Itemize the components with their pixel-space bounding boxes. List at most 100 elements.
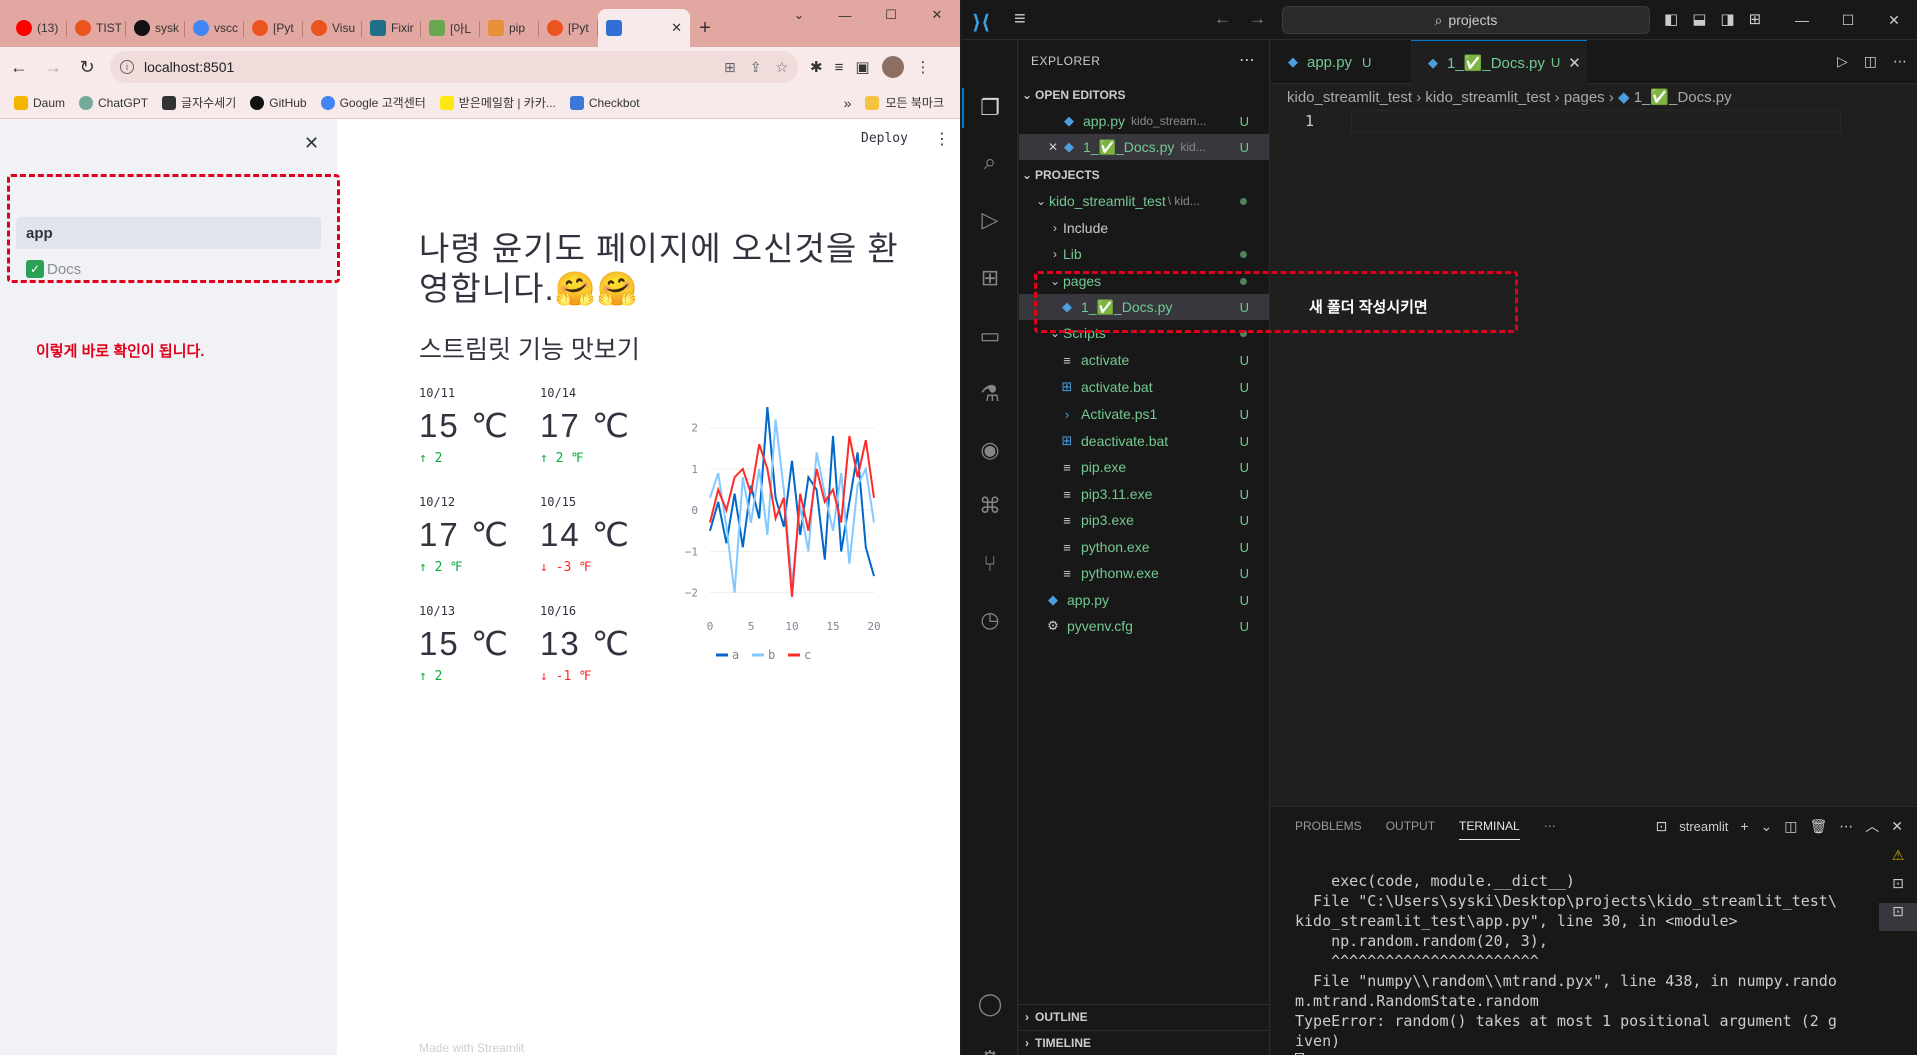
tab-terminal[interactable]: TERMINAL <box>1459 819 1520 840</box>
deploy-button[interactable]: Deploy <box>861 131 908 146</box>
breadcrumb-item[interactable]: kido_streamlit_test <box>1287 89 1412 106</box>
command-center-search[interactable]: ⌕ projects <box>1282 6 1650 34</box>
all-bookmarks-folder[interactable]: 모든 북마크 <box>865 94 944 111</box>
file-pip3-exe[interactable]: ≡ pip3.exe U <box>1019 507 1269 533</box>
github-icon[interactable]: ◉ <box>974 434 1006 466</box>
translate-icon[interactable]: ⊞ <box>724 59 736 76</box>
reading-list-icon[interactable]: ≡ <box>835 59 844 76</box>
share-icon[interactable]: ⇪ <box>750 59 762 76</box>
browser-tab[interactable]: sysk <box>126 9 185 47</box>
breadcrumb-item[interactable]: 1_✅_Docs.py <box>1634 89 1732 106</box>
tab-output[interactable]: OUTPUT <box>1386 819 1435 840</box>
tab-docs-py[interactable]: ◆ 1_✅_Docs.py U ✕ <box>1411 40 1587 84</box>
close-icon[interactable]: ✕ <box>1045 140 1061 154</box>
chevron-down-icon[interactable]: ⌄ <box>1761 818 1773 835</box>
terminal-output[interactable]: exec(code, module.__dict__) File "C:\Use… <box>1295 851 1855 1055</box>
browser-tab[interactable]: [Pyt <box>244 9 303 47</box>
bookmark-github[interactable]: GitHub <box>250 95 307 110</box>
file-app-py[interactable]: ◆ app.py U <box>1019 587 1269 613</box>
accounts-icon[interactable]: ◯ <box>974 988 1006 1020</box>
python-icon[interactable]: ⌘ <box>974 490 1006 522</box>
browser-tab[interactable]: pip <box>480 9 539 47</box>
breadcrumb-item[interactable]: kido_streamlit_test <box>1425 89 1550 106</box>
menu-icon[interactable]: ⋮ <box>916 58 931 76</box>
testing-icon[interactable]: ⚗ <box>974 378 1006 410</box>
browser-tab[interactable]: Visu <box>303 9 362 47</box>
folder-include[interactable]: › Include <box>1019 215 1269 241</box>
outline-section[interactable]: › OUTLINE <box>1019 1004 1270 1029</box>
toggle-panel-icon[interactable]: ⬓ <box>1692 10 1706 28</box>
bookmark-daum[interactable]: Daum <box>14 95 65 110</box>
file-activate-ps1[interactable]: › Activate.ps1 U <box>1019 401 1269 427</box>
address-bar[interactable]: i localhost:8501 ⊞ ⇪ ☆ <box>110 51 798 83</box>
main-menu-icon[interactable]: ⋮ <box>934 129 950 149</box>
browser-tab[interactable]: [아L <box>421 9 480 47</box>
warning-icon[interactable]: ⚠ <box>1879 847 1917 875</box>
browser-tab[interactable]: (13) <box>8 9 67 47</box>
explorer-icon[interactable]: ❐ <box>974 92 1006 124</box>
info-icon[interactable]: i <box>120 60 134 74</box>
toggle-secondary-sidebar-icon[interactable]: ◨ <box>1720 10 1734 28</box>
file-python-exe[interactable]: ≡ python.exe U <box>1019 534 1269 560</box>
maximize-icon[interactable]: ☐ <box>1825 0 1871 40</box>
bookmark-google-support[interactable]: Google 고객센터 <box>320 94 426 111</box>
file-deactivate-bat[interactable]: ⊞ deactivate.bat U <box>1019 428 1269 454</box>
customize-layout-icon[interactable]: ⊞ <box>1749 10 1762 28</box>
extensions-icon[interactable]: ⊞ <box>974 262 1006 294</box>
forward-icon[interactable]: → <box>1249 9 1266 29</box>
folder-root[interactable]: ⌄ kido_streamlit_test \ kid... <box>1019 188 1269 214</box>
browser-tab[interactable]: TIST <box>67 9 126 47</box>
search-icon[interactable]: ⌕ <box>974 146 1006 178</box>
bookmark-chatgpt[interactable]: ChatGPT <box>79 95 148 110</box>
close-icon[interactable]: ✕ <box>1871 0 1917 40</box>
bookmark-counter[interactable]: 글자수세기 <box>162 94 236 111</box>
browser-tab-active[interactable]: ✕ <box>598 9 690 47</box>
open-editor-item[interactable]: ✕ ◆ 1_✅_Docs.py kid... U <box>1019 134 1269 160</box>
bookmark-checkbot[interactable]: Checkbot <box>569 95 640 110</box>
file-pip311-exe[interactable]: ≡ pip3.11.exe U <box>1019 481 1269 507</box>
more-actions-icon[interactable]: ⋯ <box>1544 819 1556 840</box>
file-pip-exe[interactable]: ≡ pip.exe U <box>1019 454 1269 480</box>
reload-icon[interactable]: ↻ <box>72 52 102 82</box>
maximize-icon[interactable]: ☐ <box>868 0 914 30</box>
split-editor-icon[interactable]: ◫ <box>1864 53 1877 70</box>
timeline-section[interactable]: › TIMELINE <box>1019 1030 1270 1055</box>
back-icon[interactable]: ← <box>4 52 34 82</box>
maximize-panel-icon[interactable]: ︿ <box>1865 816 1879 836</box>
open-editors-section[interactable]: ⌄ OPEN EDITORS <box>1019 82 1269 108</box>
file-pythonw-exe[interactable]: ≡ pythonw.exe U <box>1019 560 1269 586</box>
minimize-icon[interactable]: — <box>1779 0 1825 40</box>
more-actions-icon[interactable]: ⋯ <box>1839 818 1853 835</box>
terminal-name[interactable]: streamlit <box>1679 819 1728 834</box>
forward-icon[interactable]: → <box>38 52 68 82</box>
file-pyvenv-cfg[interactable]: ⚙ pyvenv.cfg U <box>1019 613 1269 639</box>
trash-icon[interactable]: 🗑 <box>1809 818 1827 835</box>
tab-problems[interactable]: PROBLEMS <box>1295 819 1362 840</box>
open-editor-item[interactable]: ◆ app.py kido_stream... U <box>1019 108 1269 134</box>
profile-avatar[interactable] <box>881 56 904 78</box>
terminal-icon[interactable]: ⊡ <box>1879 875 1917 903</box>
new-tab-button[interactable]: + <box>690 9 720 47</box>
file-activate-bat[interactable]: ⊞ activate.bat U <box>1019 374 1269 400</box>
run-debug-icon[interactable]: ▷ <box>974 204 1006 236</box>
close-tab-icon[interactable]: ✕ <box>1568 54 1581 72</box>
code-line[interactable] <box>1351 110 1841 132</box>
remote-explorer-icon[interactable]: ▭ <box>974 320 1006 352</box>
browser-tab[interactable]: Fixir <box>362 9 421 47</box>
bookmarks-overflow-button[interactable]: » <box>844 95 852 111</box>
browser-tab[interactable]: [Pyt <box>539 9 598 47</box>
terminal-icon[interactable]: ⊡ <box>1879 903 1917 931</box>
bookmark-kakao-mail[interactable]: 받은메일함 | 카카... <box>439 94 556 111</box>
more-actions-icon[interactable]: ⋯ <box>1239 50 1255 70</box>
hamburger-menu-icon[interactable]: ≡ <box>1014 8 1026 31</box>
extensions-icon[interactable]: ✱ <box>810 58 823 76</box>
source-control-icon[interactable]: ⑂ <box>974 548 1006 580</box>
timeline-icon[interactable]: ◷ <box>974 604 1006 636</box>
folder-lib[interactable]: › Lib <box>1019 241 1269 267</box>
run-icon[interactable]: ▷ <box>1837 53 1848 70</box>
file-activate[interactable]: ≡ activate U <box>1019 347 1269 373</box>
more-actions-icon[interactable]: ⋯ <box>1893 53 1907 70</box>
split-terminal-icon[interactable]: ◫ <box>1784 818 1797 835</box>
bookmark-star-icon[interactable]: ☆ <box>775 59 788 76</box>
tab-app-py[interactable]: ◆ app.py U <box>1271 40 1411 84</box>
